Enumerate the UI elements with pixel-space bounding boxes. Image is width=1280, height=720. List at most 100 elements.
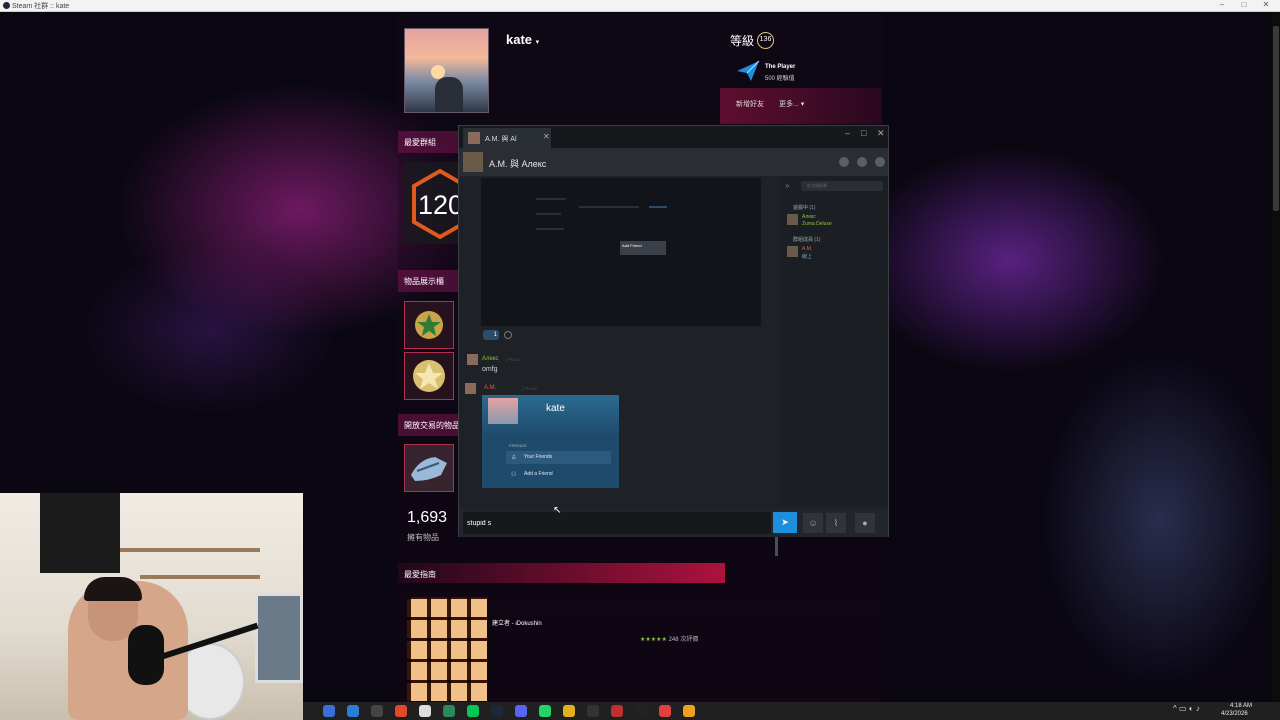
voice-chat-icon[interactable]: ●: [855, 513, 875, 533]
member-avatar[interactable]: [787, 246, 798, 257]
epic-icon[interactable]: [371, 705, 383, 717]
bell-icon[interactable]: [839, 157, 849, 167]
level-label: 等級: [730, 34, 755, 48]
trade-item[interactable]: [404, 444, 454, 492]
taskbar: ^ ▭ ◐ ♪ 4:18 AM 4/23/2026: [303, 702, 1280, 720]
attach-icon[interactable]: ⌇: [826, 513, 846, 533]
screenshot-line: [536, 198, 566, 200]
discord-icon[interactable]: [515, 705, 527, 717]
fav-group-label: 最愛群組: [404, 138, 436, 147]
chat-avatar: [463, 152, 483, 172]
app-icon[interactable]: [683, 705, 695, 717]
search-icon[interactable]: [323, 705, 335, 717]
message-avatar[interactable]: [467, 354, 478, 365]
page-scrollbar[interactable]: [1272, 12, 1280, 702]
chat-input-row: ➤ ☺ ⌇ ●: [459, 509, 888, 537]
maximize-icon[interactable]: □: [861, 128, 866, 138]
app-icon[interactable]: [659, 705, 671, 717]
message-avatar[interactable]: [465, 383, 476, 394]
medal-icon: [415, 311, 443, 339]
more-button[interactable]: 更多... ▾: [779, 99, 804, 109]
screenshot-line: [536, 228, 564, 230]
message-area: Add Friend 1 Алекс 上午4:16 omfg A.M. 上午4:…: [459, 176, 779, 556]
message-time: 上午4:18: [521, 386, 537, 391]
showcase-label: 物品展示櫃: [404, 277, 444, 286]
voice-icon[interactable]: [857, 157, 867, 167]
gear-icon[interactable]: [875, 157, 885, 167]
star-medal-icon: [413, 360, 445, 392]
maximize-button[interactable]: □: [1234, 0, 1254, 9]
rating-stars: ★★★★★: [640, 637, 667, 643]
member-status: 線上: [802, 254, 813, 260]
member-game: Zuma Deluxe: [802, 221, 832, 227]
member-list: » 依名稱搜尋 遊戲中 (1) Алекс Zuma Deluxe 群組成員 (…: [781, 176, 888, 506]
app-icon[interactable]: [635, 705, 647, 717]
chat-input[interactable]: [463, 512, 771, 534]
chat-tab[interactable]: A.M. 與 Al ✕: [463, 128, 551, 148]
profile-username[interactable]: kate ▾: [506, 32, 539, 47]
group-members-header: 群組成員 (1): [793, 237, 821, 243]
items-label: 擁有物品: [407, 533, 439, 542]
profile-avatar[interactable]: [404, 28, 489, 113]
guide-author[interactable]: 建立者 - ιDokushin: [492, 618, 542, 627]
member-name[interactable]: A.M.: [802, 246, 812, 252]
minimize-icon[interactable]: –: [845, 128, 850, 138]
os-title-bar: Steam 社群 :: kate – □ ✕: [0, 0, 1280, 12]
trade-label: 開放交易的物品: [404, 421, 460, 430]
guide-rating: ★★★★★ 248 次評價: [640, 634, 698, 643]
add-friend-button[interactable]: 新增好友: [736, 99, 764, 109]
whatsapp-icon[interactable]: [539, 705, 551, 717]
chrome-icon[interactable]: [347, 705, 359, 717]
browser-icon[interactable]: [395, 705, 407, 717]
send-icon: ➤: [781, 517, 789, 527]
app-icon[interactable]: [443, 705, 455, 717]
collapse-icon[interactable]: »: [785, 181, 789, 190]
game-icon[interactable]: [611, 705, 623, 717]
clock-date[interactable]: 4/23/2026: [1221, 711, 1248, 717]
tab-label: A.M. 與 Al: [485, 136, 517, 143]
app-icon[interactable]: [587, 705, 599, 717]
close-icon[interactable]: ✕: [877, 128, 885, 139]
add-reaction-icon[interactable]: [504, 331, 512, 339]
in-game-header: 遊戲中 (1): [793, 205, 816, 211]
screenshot-tooltip: Add Friend: [620, 241, 666, 255]
member-search-input[interactable]: 依名稱搜尋: [801, 181, 883, 191]
screenshot-line: [579, 206, 639, 208]
system-tray[interactable]: ^ ▭ ◐ ♪: [1173, 704, 1200, 713]
send-button[interactable]: ➤: [773, 512, 797, 533]
message-sender[interactable]: Алекс: [482, 356, 499, 362]
badge-title: The Player: [765, 64, 796, 70]
chevron-down-icon: ▾: [800, 101, 805, 108]
line-icon[interactable]: [467, 705, 479, 717]
message-time: 上午4:16: [505, 357, 521, 362]
close-button[interactable]: ✕: [1256, 0, 1276, 9]
your-friends-button[interactable]: ♙ Your Friends: [506, 451, 611, 464]
app-icon[interactable]: [563, 705, 575, 717]
chat-header: A.M. 與 Алекс: [459, 148, 888, 176]
webcam-microphone: [128, 625, 164, 685]
reaction-badge[interactable]: 1: [483, 330, 499, 340]
emoji-icon[interactable]: ☺: [803, 513, 823, 533]
clock-time[interactable]: 4:18 AM: [1230, 703, 1252, 709]
shared-screenshot[interactable]: Add Friend: [481, 178, 761, 326]
showcase-item[interactable]: [404, 301, 454, 349]
tab-avatar: [468, 132, 480, 144]
card-friends-label: FRIENDS: [509, 443, 527, 448]
steam-icon[interactable]: [491, 705, 503, 717]
showcase-item[interactable]: [404, 352, 454, 400]
screenshot-line: [536, 213, 561, 215]
message-sender[interactable]: A.M.: [484, 385, 496, 391]
add-a-friend-button[interactable]: ⚇ Add a Friend: [506, 468, 611, 481]
profile-card: kate FRIENDS ♙ Your Friends ⚇ Add a Friend: [482, 395, 619, 488]
card-avatar[interactable]: [488, 398, 518, 424]
member-name[interactable]: Алекс: [802, 214, 816, 220]
app-icon[interactable]: [419, 705, 431, 717]
guide-thumbnail[interactable]: [407, 597, 487, 701]
message-text: omfg: [482, 366, 498, 373]
webcam-shelf: [140, 575, 260, 579]
minimize-button[interactable]: –: [1212, 0, 1232, 9]
card-name[interactable]: kate: [546, 403, 565, 414]
scrollbar-thumb[interactable]: [1273, 26, 1279, 211]
member-avatar[interactable]: [787, 214, 798, 225]
close-icon[interactable]: ✕: [543, 132, 550, 141]
